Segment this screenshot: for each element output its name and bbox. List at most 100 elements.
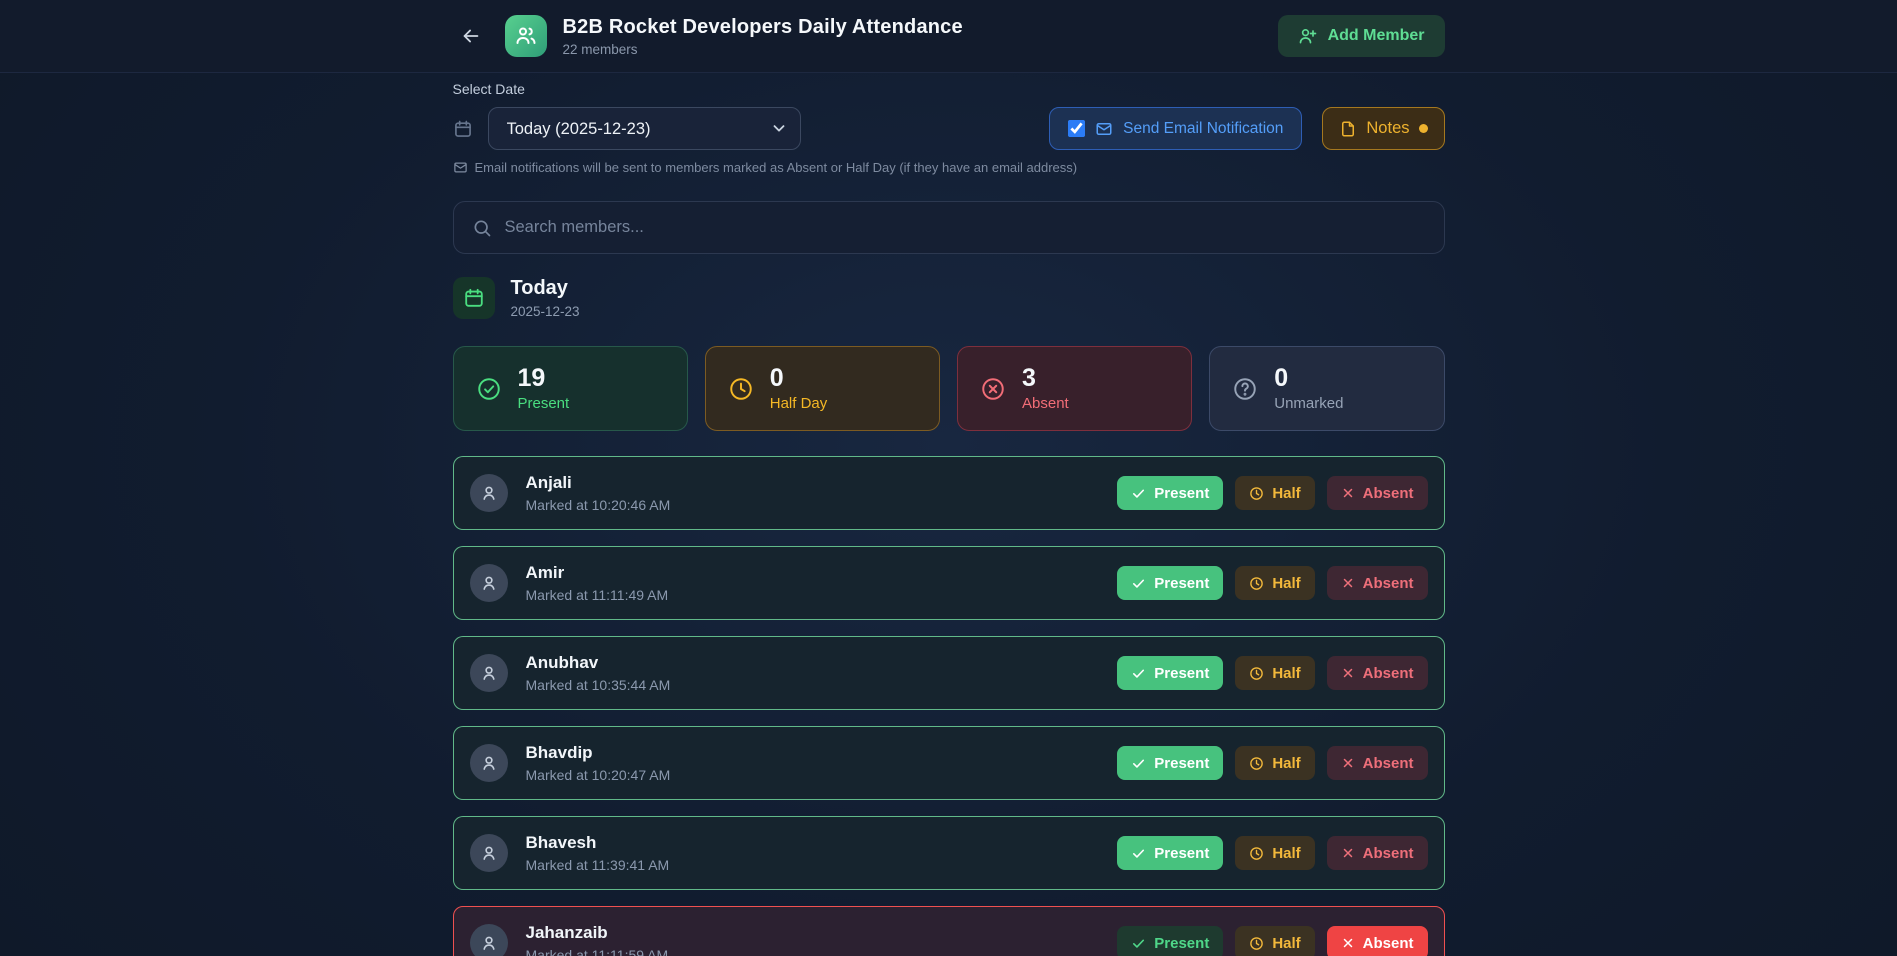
group-avatar — [505, 15, 547, 57]
stat-label: Half Day — [770, 395, 828, 412]
absent-button[interactable]: Absent — [1327, 656, 1428, 690]
half-label: Half — [1272, 665, 1300, 682]
search-input[interactable] — [505, 218, 1426, 237]
page-title: B2B Rocket Developers Daily Attendance — [563, 16, 963, 39]
date-select[interactable]: Today (2025-12-23) — [488, 107, 801, 150]
clock-icon — [728, 376, 754, 402]
notes-indicator-dot — [1419, 124, 1428, 133]
member-marked-at: Marked at 11:11:59 AM — [526, 947, 669, 956]
present-label: Present — [1154, 665, 1209, 682]
check-icon — [1131, 486, 1146, 501]
member-marked-at: Marked at 11:11:49 AM — [526, 587, 669, 603]
day-date: 2025-12-23 — [511, 304, 580, 319]
add-member-button[interactable]: Add Member — [1278, 15, 1445, 57]
present-label: Present — [1154, 485, 1209, 502]
x-icon — [1341, 936, 1355, 950]
member-row: Bhavesh Marked at 11:39:41 AM Present Ha… — [453, 816, 1445, 890]
absent-button[interactable]: Absent — [1327, 746, 1428, 780]
half-button[interactable]: Half — [1235, 656, 1314, 690]
half-button[interactable]: Half — [1235, 836, 1314, 870]
member-row: Bhavdip Marked at 10:20:47 AM Present Ha… — [453, 726, 1445, 800]
member-list: Anjali Marked at 10:20:46 AM Present Hal… — [453, 456, 1445, 956]
half-label: Half — [1272, 845, 1300, 862]
half-label: Half — [1272, 575, 1300, 592]
day-title: Today — [511, 277, 580, 300]
main-content: Select Date Today (2025-12-23) — [0, 73, 1897, 956]
present-label: Present — [1154, 935, 1209, 952]
stat-card-unmarked: 0 Unmarked — [1209, 346, 1444, 431]
day-header: Today 2025-12-23 — [453, 277, 1445, 319]
clock-icon — [1249, 846, 1264, 861]
x-circle-icon — [980, 376, 1006, 402]
back-button[interactable] — [453, 18, 489, 54]
controls-row: Today (2025-12-23) Send Email Notificati… — [453, 107, 1445, 150]
half-button[interactable]: Half — [1235, 926, 1314, 956]
person-icon — [478, 752, 500, 774]
x-icon — [1341, 576, 1355, 590]
present-button[interactable]: Present — [1117, 656, 1223, 690]
avatar — [470, 564, 508, 602]
half-label: Half — [1272, 935, 1300, 952]
absent-button[interactable]: Absent — [1327, 566, 1428, 600]
person-icon — [478, 482, 500, 504]
present-button[interactable]: Present — [1117, 836, 1223, 870]
member-row: Jahanzaib Marked at 11:11:59 AM Present … — [453, 906, 1445, 956]
clock-icon — [1249, 936, 1264, 951]
select-date-label: Select Date — [453, 81, 1445, 97]
envelope-icon — [453, 160, 468, 175]
present-button[interactable]: Present — [1117, 746, 1223, 780]
email-notification-checkbox[interactable] — [1068, 120, 1085, 137]
header: B2B Rocket Developers Daily Attendance 2… — [0, 0, 1897, 73]
email-note: Email notifications will be sent to memb… — [453, 160, 1445, 175]
clock-icon — [1249, 576, 1264, 591]
notes-button[interactable]: Notes — [1322, 107, 1444, 150]
half-button[interactable]: Half — [1235, 566, 1314, 600]
absent-button[interactable]: Absent — [1327, 476, 1428, 510]
stat-value: 0 — [770, 365, 828, 391]
clock-icon — [1249, 666, 1264, 681]
clock-icon — [1249, 756, 1264, 771]
x-icon — [1341, 666, 1355, 680]
search-bar — [453, 201, 1445, 254]
absent-label: Absent — [1363, 665, 1414, 682]
half-button[interactable]: Half — [1235, 476, 1314, 510]
stat-label: Absent — [1022, 395, 1069, 412]
absent-label: Absent — [1363, 485, 1414, 502]
x-icon — [1341, 486, 1355, 500]
check-icon — [1131, 936, 1146, 951]
absent-label: Absent — [1363, 935, 1414, 952]
member-name: Bhavesh — [526, 833, 670, 853]
avatar — [470, 924, 508, 956]
present-button[interactable]: Present — [1117, 566, 1223, 600]
check-circle-icon — [476, 376, 502, 402]
users-icon — [514, 24, 538, 48]
present-button[interactable]: Present — [1117, 926, 1223, 956]
clock-icon — [1249, 486, 1264, 501]
member-name: Amir — [526, 563, 669, 583]
member-row: Amir Marked at 11:11:49 AM Present Half — [453, 546, 1445, 620]
member-marked-at: Marked at 10:20:46 AM — [526, 497, 671, 513]
stat-label: Unmarked — [1274, 395, 1343, 412]
half-button[interactable]: Half — [1235, 746, 1314, 780]
search-icon — [472, 218, 492, 238]
present-button[interactable]: Present — [1117, 476, 1223, 510]
present-label: Present — [1154, 755, 1209, 772]
question-circle-icon — [1232, 376, 1258, 402]
half-label: Half — [1272, 755, 1300, 772]
member-row: Anjali Marked at 10:20:46 AM Present Hal… — [453, 456, 1445, 530]
avatar — [470, 474, 508, 512]
person-icon — [478, 932, 500, 954]
send-email-notification-button[interactable]: Send Email Notification — [1049, 107, 1302, 150]
stat-value: 19 — [518, 365, 570, 391]
member-name: Jahanzaib — [526, 923, 669, 943]
member-marked-at: Marked at 10:35:44 AM — [526, 677, 671, 693]
stat-value: 3 — [1022, 365, 1069, 391]
send-email-label: Send Email Notification — [1123, 120, 1283, 138]
person-plus-icon — [1298, 26, 1318, 46]
absent-button[interactable]: Absent — [1327, 836, 1428, 870]
present-label: Present — [1154, 845, 1209, 862]
check-icon — [1131, 576, 1146, 591]
absent-button[interactable]: Absent — [1327, 926, 1428, 956]
check-icon — [1131, 666, 1146, 681]
person-icon — [478, 662, 500, 684]
